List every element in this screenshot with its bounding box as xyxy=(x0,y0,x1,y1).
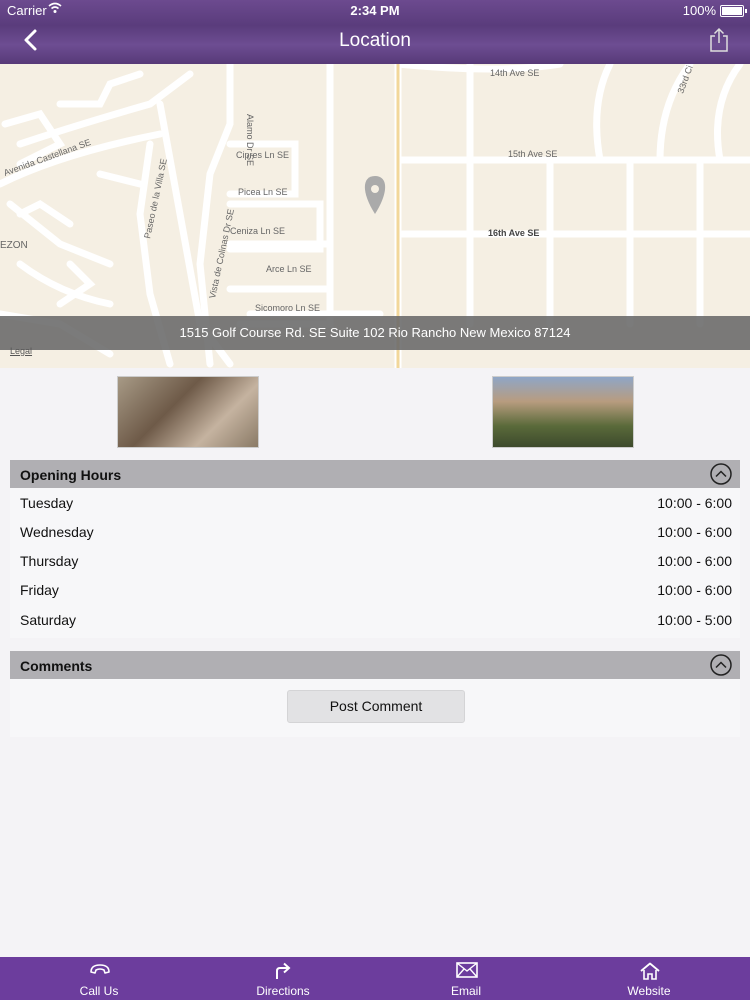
comments-header[interactable]: Comments xyxy=(10,651,740,679)
envelope-icon xyxy=(456,962,478,978)
gallery-photo[interactable] xyxy=(492,376,634,448)
street-label: Alamo Dr SE xyxy=(245,114,255,166)
street-label: 14th Ave SE xyxy=(490,68,539,78)
chevron-up-circle-icon[interactable] xyxy=(710,463,732,485)
location-map[interactable]: 14th Ave SE 15th Ave SE 16th Ave SE Cipr… xyxy=(0,64,750,368)
directions-arrow-icon xyxy=(276,962,291,979)
tab-label: Directions xyxy=(256,984,310,998)
tab-label: Call Us xyxy=(79,984,119,998)
tab-label: Website xyxy=(627,984,671,998)
hours-row: Thursday 10:00 - 6:00 xyxy=(20,553,732,573)
share-icon[interactable] xyxy=(708,27,730,53)
street-label: EZON xyxy=(0,240,28,251)
chevron-up-circle-icon[interactable] xyxy=(710,654,732,676)
street-label: 16th Ave SE xyxy=(488,228,539,238)
comments-title: Comments xyxy=(20,658,93,674)
opening-hours-title: Opening Hours xyxy=(20,467,122,483)
status-time: 2:34 PM xyxy=(350,3,400,18)
post-comment-button[interactable]: Post Comment xyxy=(287,690,465,723)
tab-label: Email xyxy=(450,984,481,998)
street-label: Sicomoro Ln SE xyxy=(255,303,320,313)
hours-value: 10:00 - 6:00 xyxy=(657,582,732,598)
nav-header: Carrier 2:34 PM 100% Location xyxy=(0,0,750,64)
street-label: Picea Ln SE xyxy=(238,187,288,197)
hours-row: Friday 10:00 - 6:00 xyxy=(20,582,732,602)
street-label: Ceniza Ln SE xyxy=(230,226,285,236)
page-title: Location xyxy=(339,30,411,51)
hours-value: 10:00 - 6:00 xyxy=(657,524,732,540)
battery-icon xyxy=(720,5,747,17)
home-icon xyxy=(640,962,660,980)
tab-call-us[interactable]: Call Us xyxy=(39,957,159,1000)
comments-body: Post Comment xyxy=(10,679,740,737)
battery-percent: 100% xyxy=(682,3,716,18)
bottom-tab-bar: Call Us Directions Email Website xyxy=(0,957,750,1000)
day-label: Thursday xyxy=(20,553,79,569)
phone-icon xyxy=(90,964,110,974)
tab-directions[interactable]: Directions xyxy=(223,957,343,1000)
opening-hours-list: Tuesday 10:00 - 6:00 Wednesday 10:00 - 6… xyxy=(10,488,740,638)
day-label: Wednesday xyxy=(20,524,94,540)
opening-hours-header[interactable]: Opening Hours xyxy=(10,460,740,488)
map-legal-link[interactable]: Legal xyxy=(10,346,32,356)
day-label: Friday xyxy=(20,582,59,598)
tab-website[interactable]: Website xyxy=(589,957,709,1000)
hours-value: 10:00 - 5:00 xyxy=(657,612,732,628)
hours-row: Saturday 10:00 - 5:00 xyxy=(20,612,732,632)
street-label: 15th Ave SE xyxy=(508,149,557,159)
street-label: Cipres Ln SE xyxy=(236,150,289,160)
gallery-photo[interactable] xyxy=(117,376,259,448)
day-label: Tuesday xyxy=(20,495,74,511)
tab-email[interactable]: Email xyxy=(406,957,526,1000)
hours-row: Tuesday 10:00 - 6:00 xyxy=(20,495,732,515)
hours-row: Wednesday 10:00 - 6:00 xyxy=(20,524,732,544)
hours-value: 10:00 - 6:00 xyxy=(657,553,732,569)
hours-value: 10:00 - 6:00 xyxy=(657,495,732,511)
day-label: Saturday xyxy=(20,612,77,628)
status-bar: Carrier 2:34 PM 100% xyxy=(0,0,750,20)
address-label: 1515 Golf Course Rd. SE Suite 102 Rio Ra… xyxy=(0,316,750,350)
street-label: Arce Ln SE xyxy=(266,264,312,274)
map-pin-icon xyxy=(364,176,386,214)
